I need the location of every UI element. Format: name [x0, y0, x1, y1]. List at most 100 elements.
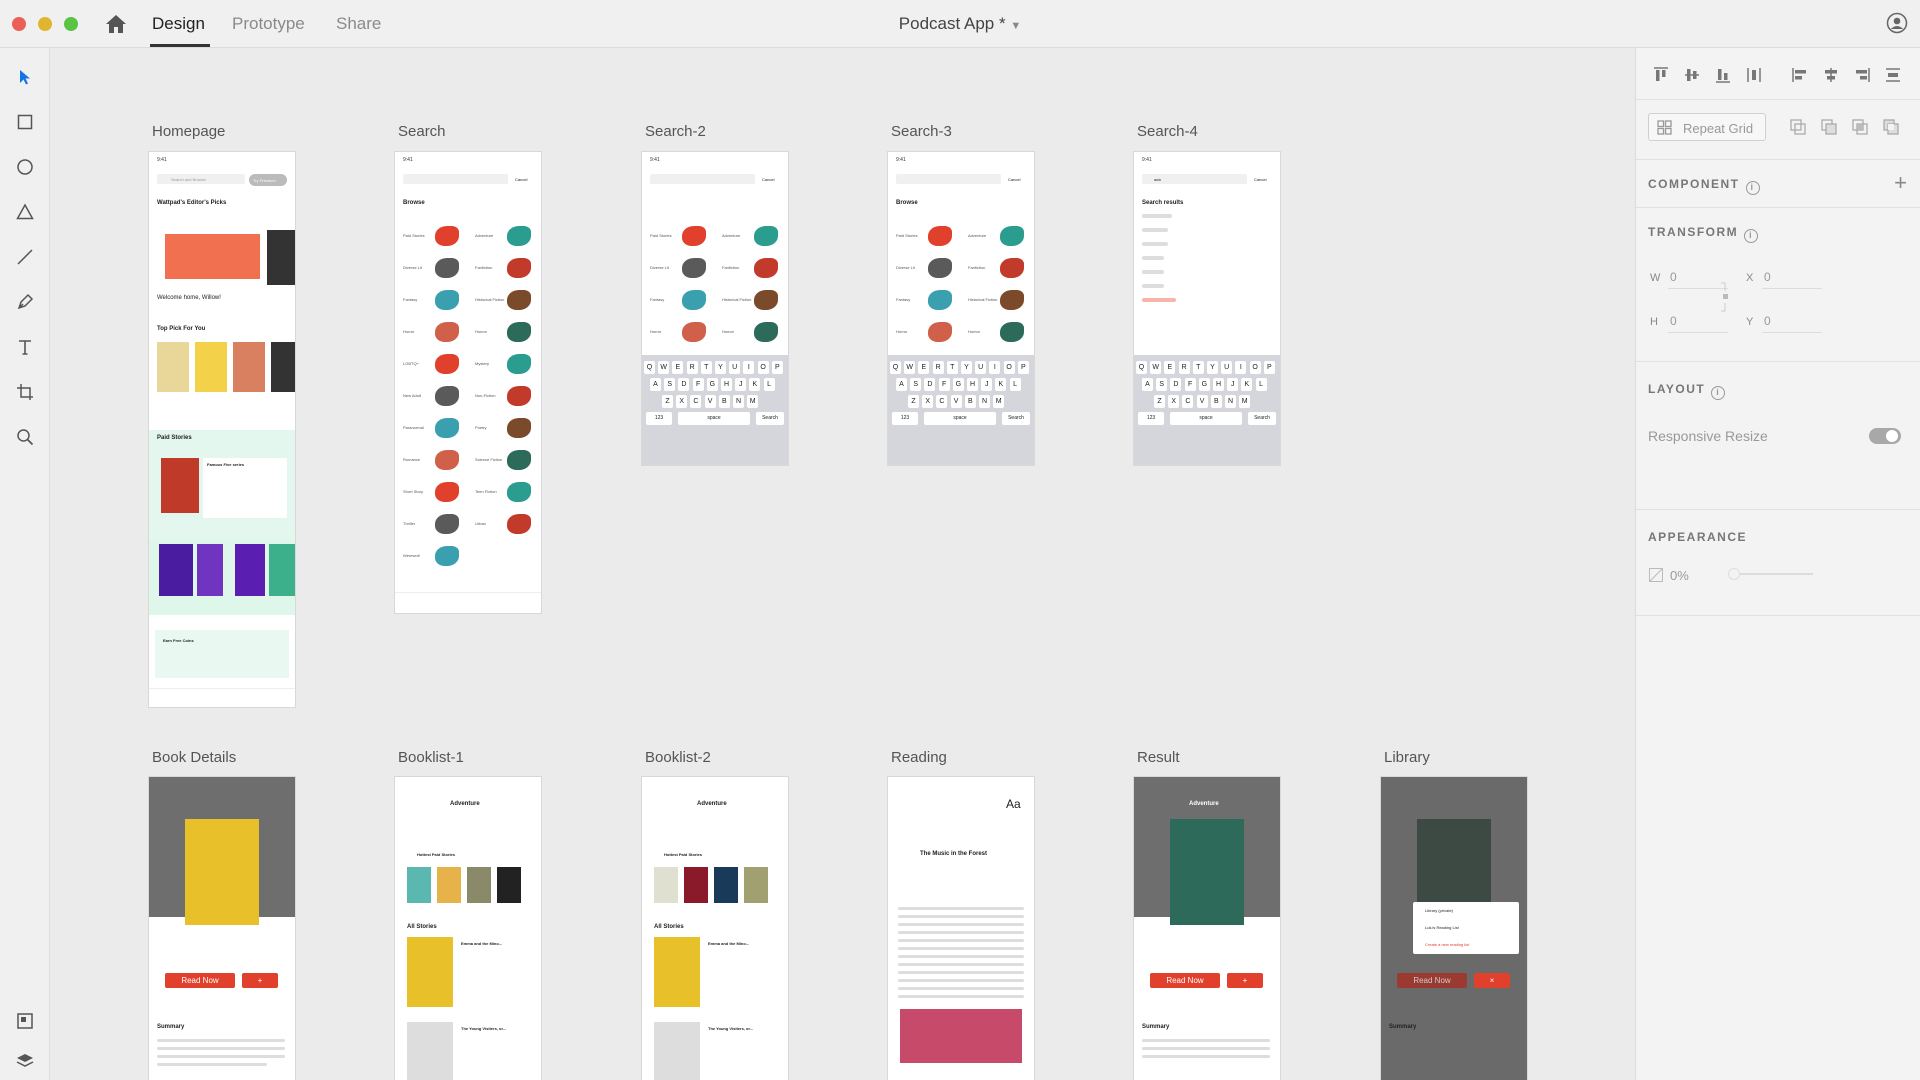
responsive-resize-toggle[interactable]: [1869, 428, 1901, 444]
add-component-icon[interactable]: +: [1894, 170, 1907, 196]
artboard-label-booklist-2[interactable]: Booklist-2: [645, 749, 711, 766]
genre-artwork: [754, 322, 778, 342]
info-icon[interactable]: i: [1711, 386, 1726, 400]
zoom-tool[interactable]: [12, 424, 38, 450]
boolean-add-icon[interactable]: [1789, 118, 1807, 136]
document-title[interactable]: Podcast App * ▼: [0, 14, 1920, 34]
artboard-search-4[interactable]: 9:41 ada Cancel Search results QWERTYUIO…: [1134, 152, 1280, 465]
book-cover: [407, 867, 431, 903]
boolean-intersect-icon[interactable]: [1851, 118, 1869, 136]
opacity-slider-track[interactable]: [1728, 573, 1813, 575]
opacity-value[interactable]: 0%: [1670, 568, 1689, 583]
assets-panel-button[interactable]: [12, 1008, 38, 1034]
artboard-homepage[interactable]: 9:41 Search and Browse Try Premium Wattp…: [149, 152, 295, 707]
responsive-resize-label: Responsive Resize: [1648, 428, 1768, 444]
book-cover: [684, 867, 708, 903]
width-field[interactable]: 0: [1670, 270, 1677, 284]
opacity-slider-thumb[interactable]: [1728, 568, 1740, 580]
text-line: [898, 979, 1024, 982]
genre-artwork: [1000, 322, 1024, 342]
info-icon[interactable]: i: [1745, 181, 1760, 195]
y-field[interactable]: 0: [1764, 314, 1771, 328]
genre-artwork: [435, 386, 459, 406]
artboard-label-library[interactable]: Library: [1384, 749, 1430, 766]
artboard-label-search-2[interactable]: Search-2: [645, 123, 706, 140]
result-row: [1142, 298, 1176, 302]
text-line: [157, 1055, 285, 1058]
artboard-reading[interactable]: Aa The Music in the Forest: [888, 777, 1034, 1080]
result-row: [1142, 284, 1164, 288]
polygon-tool[interactable]: [12, 199, 38, 225]
artboard-tool[interactable]: [12, 379, 38, 405]
boolean-subtract-icon[interactable]: [1820, 118, 1838, 136]
artboard-search-2[interactable]: 9:41 Cancel Paid Stories Diverse Lit Fan…: [642, 152, 788, 465]
artboard-label-homepage[interactable]: Homepage: [152, 123, 225, 140]
rectangle-tool[interactable]: [12, 109, 38, 135]
keyboard-key: D: [678, 378, 690, 391]
keyboard-key: Y: [715, 361, 726, 374]
align-bottom-icon[interactable]: [1714, 66, 1732, 84]
genre-artwork: [1000, 258, 1024, 278]
info-icon[interactable]: i: [1744, 229, 1759, 243]
pen-tool[interactable]: [12, 289, 38, 315]
keyboard-key: V: [704, 395, 716, 408]
repeat-grid-button[interactable]: Repeat Grid: [1648, 113, 1766, 141]
artboard-search[interactable]: 9:41 Cancel Browse Paid Stories Diverse …: [395, 152, 541, 613]
keyboard-key: O: [1249, 361, 1261, 374]
height-field[interactable]: 0: [1670, 314, 1677, 328]
keyboard-key: Z: [1154, 395, 1165, 408]
text-line: [898, 995, 1024, 998]
layers-panel-button[interactable]: [12, 1048, 38, 1074]
chevron-down-icon[interactable]: ▼: [1010, 20, 1021, 32]
line-tool[interactable]: [12, 244, 38, 270]
align-top-icon[interactable]: [1652, 66, 1670, 84]
artboard-label-search-3[interactable]: Search-3: [891, 123, 952, 140]
keyboard-key: B: [1210, 395, 1222, 408]
featured-banner: [165, 234, 260, 279]
artboard-label-book-details[interactable]: Book Details: [152, 749, 236, 766]
artboard-booklist-2[interactable]: Adventure Hottest Paid Stories All Stori…: [642, 777, 788, 1080]
genre-label: Thriller: [403, 521, 416, 526]
search-bar: [896, 174, 1001, 184]
artboard-label-search[interactable]: Search: [398, 123, 446, 140]
document-title-text[interactable]: Podcast App *: [899, 14, 1006, 33]
artboard-library[interactable]: Library (private) Lulu's Reading List Cr…: [1381, 777, 1527, 1080]
genre-artwork: [435, 482, 459, 502]
user-account-icon[interactable]: [1886, 12, 1908, 34]
transform-section: TRANSFORM i W 0 X 0 H 0 Y 0: [1636, 208, 1920, 362]
artboard-label-result[interactable]: Result: [1137, 749, 1180, 766]
x-field[interactable]: 0: [1764, 270, 1771, 284]
keyboard-key: G: [706, 378, 718, 391]
artboard-label-reading[interactable]: Reading: [891, 749, 947, 766]
keyboard-key: U: [975, 361, 987, 374]
lock-aspect-icon[interactable]: [1719, 281, 1731, 313]
artboard-booklist-1[interactable]: Adventure Hottest Paid Stories All Stori…: [395, 777, 541, 1080]
design-canvas[interactable]: Homepage Search Search-2 Search-3 Search…: [51, 49, 1635, 1080]
artboard-search-3[interactable]: 9:41 Cancel Browse Paid Stories Diverse …: [888, 152, 1034, 465]
keyboard-key: C: [1182, 395, 1194, 408]
artboard-label-search-4[interactable]: Search-4: [1137, 123, 1198, 140]
artboard-result[interactable]: Adventure Read Now + Summary: [1134, 777, 1280, 1080]
keyboard-key: F: [938, 378, 950, 391]
align-left-icon[interactable]: [1791, 66, 1809, 84]
ellipse-tool[interactable]: [12, 154, 38, 180]
paid-story-cover: [161, 458, 199, 513]
align-middle-icon[interactable]: [1683, 66, 1701, 84]
toggle-knob: [1886, 430, 1898, 442]
keyboard-key: space: [1170, 412, 1242, 425]
align-right-icon[interactable]: [1853, 66, 1871, 84]
distribute-vertical-icon[interactable]: [1745, 66, 1763, 84]
keyboard-key: H: [1213, 378, 1224, 391]
boolean-exclude-icon[interactable]: [1882, 118, 1900, 136]
artboard-label-booklist-1[interactable]: Booklist-1: [398, 749, 464, 766]
select-tool[interactable]: [12, 64, 38, 90]
artboard-book-details[interactable]: Read Now + Summary: [149, 777, 295, 1080]
menu-item-reading-list: Lulu's Reading List: [1425, 925, 1459, 930]
align-center-icon[interactable]: [1822, 66, 1840, 84]
genre-label: Paid Stories: [650, 233, 672, 238]
distribute-horizontal-icon[interactable]: [1884, 66, 1902, 84]
genre-artwork: [435, 514, 459, 534]
text-tool[interactable]: [12, 334, 38, 360]
keyboard-key: G: [952, 378, 964, 391]
keyboard-key: H: [967, 378, 978, 391]
